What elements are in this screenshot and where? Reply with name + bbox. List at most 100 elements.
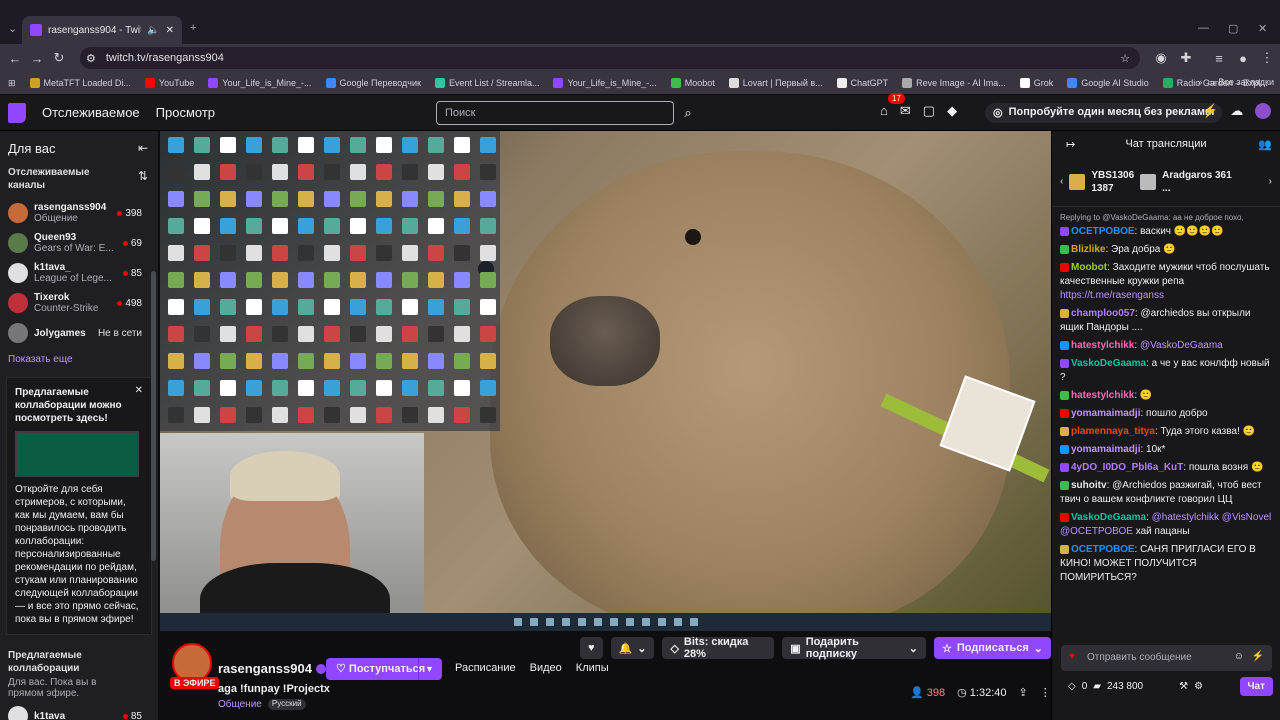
sidebar-channel[interactable]: rasenganss904 Общение 398	[0, 198, 158, 228]
chat-username[interactable]: Moobot	[1071, 262, 1107, 273]
chat-username[interactable]: plamennaya_titya	[1071, 426, 1155, 437]
twitch-logo-icon[interactable]	[8, 102, 26, 123]
ad-free-promo-button[interactable]: ◎ Попробуйте один месяц без рекламы	[985, 103, 1223, 123]
notifications-icon[interactable]: ▢	[923, 103, 935, 119]
chat-input[interactable]: ♥ Отправить сообщение ☺ ⚡	[1061, 645, 1272, 671]
sidebar-scrollbar[interactable]	[151, 271, 156, 561]
notifications-button[interactable]: 🔔 ⌄	[610, 637, 655, 659]
chat-username[interactable]: suhoitv	[1071, 480, 1107, 491]
chat-send-button[interactable]: Чат	[1239, 677, 1273, 696]
site-info-icon[interactable]: ⚙	[86, 52, 96, 65]
minimize-icon[interactable]: —	[1198, 22, 1209, 34]
bookmark-item[interactable]: Moobot	[670, 78, 715, 88]
chat-username[interactable]: 4yDO_I0DO_Pbl6a_KuT	[1071, 462, 1183, 473]
close-window-icon[interactable]: ✕	[1258, 22, 1267, 35]
chat-mention[interactable]: @VaskoDeGaama	[1140, 340, 1223, 351]
bookmark-item[interactable]: ChatGPT	[836, 78, 888, 88]
tab-schedule[interactable]: Расписание	[455, 662, 516, 674]
chat-username[interactable]: ОСЕТРОВОЕ	[1071, 226, 1135, 237]
search-icon[interactable]: ⌕	[676, 101, 700, 125]
tab-list-icon[interactable]: ⌄	[8, 22, 17, 35]
maximize-icon[interactable]: ▢	[1228, 22, 1238, 35]
tab-videos[interactable]: Видео	[530, 662, 562, 674]
sidebar-channel[interactable]: Jolygames Не в сети	[0, 318, 158, 348]
bits-icon[interactable]: ☁	[1230, 103, 1243, 119]
browser-tab[interactable]: rasenganss904 - Twitch 🔈 ✕	[22, 16, 182, 44]
subscribe-button[interactable]: ☆ Подписаться ⌄	[933, 637, 1051, 659]
heart-button[interactable]: ♥	[580, 637, 603, 659]
bookmark-item[interactable]: Reve Image - AI Ima...	[902, 78, 1006, 88]
close-icon[interactable]: ✕	[135, 384, 143, 397]
nav-following[interactable]: Отслеживаемое	[42, 105, 140, 120]
user-badge-icon[interactable]	[1060, 408, 1069, 418]
media-icon[interactable]: ≡	[1208, 51, 1230, 66]
sidebar-channel[interactable]: Tixerok Counter-Strike 498	[0, 288, 158, 318]
bookmark-item[interactable]: Grok	[1019, 78, 1053, 88]
emote-icon[interactable]: ☺	[1234, 651, 1244, 662]
collapse-chat-icon[interactable]: ↦	[1066, 138, 1075, 151]
forward-icon[interactable]: →	[26, 51, 48, 66]
share-icon[interactable]: ⇪	[1018, 686, 1027, 699]
bookmark-item[interactable]: Your_Life_is_Mine_-...	[553, 78, 657, 88]
bookmark-item[interactable]: YouTube	[144, 78, 194, 88]
sidebar-channel[interactable]: k1tava_ League of Lege... 85	[0, 258, 158, 288]
tab-clips[interactable]: Клипы	[576, 662, 609, 674]
turbo-icon[interactable]: ⚡	[1202, 103, 1218, 119]
chevron-right-icon[interactable]: ›	[1269, 176, 1272, 187]
bookmark-item[interactable]: Event List / Streamla...	[434, 78, 539, 88]
chat-username[interactable]: yomamaimadji	[1071, 408, 1140, 419]
language-tag[interactable]: Русский	[267, 699, 306, 710]
user-badge-icon[interactable]	[1060, 426, 1069, 436]
bookmark-item[interactable]: Lovart | Первый в...	[728, 78, 823, 88]
extensions-puzzle-icon[interactable]: ✚	[1175, 50, 1197, 66]
chat-username[interactable]: yomamaimadji	[1071, 444, 1140, 455]
follow-dropdown-icon[interactable]: ▼	[418, 658, 440, 680]
show-more-link[interactable]: Показать еще	[0, 348, 158, 371]
user-badge-icon[interactable]	[1060, 262, 1069, 272]
user-badge-icon[interactable]	[1060, 244, 1069, 254]
bookmark-item[interactable]: MetaTFT Loaded Di...	[29, 78, 131, 88]
user-avatar[interactable]	[1255, 103, 1272, 119]
user-badge-icon[interactable]	[1060, 340, 1069, 350]
search-input[interactable]: Поиск	[436, 101, 674, 125]
user-badge-icon[interactable]	[1060, 390, 1069, 400]
heart-icon[interactable]: ♥	[1069, 651, 1075, 662]
nav-browse[interactable]: Просмотр	[156, 105, 215, 120]
channel-points-icon[interactable]: ▰	[1093, 681, 1101, 692]
chat-username[interactable]: hatestylchikk	[1071, 390, 1134, 401]
prime-crown-icon[interactable]: ◆	[947, 103, 957, 119]
user-badge-icon[interactable]	[1060, 462, 1069, 472]
chevron-left-icon[interactable]: ‹	[1060, 176, 1063, 187]
all-bookmarks[interactable]: » ▭ Все закладки	[1197, 77, 1274, 88]
collapse-sidebar-icon[interactable]: ⇤	[138, 141, 148, 155]
chat-link[interactable]: https://t.me/rasenganss	[1060, 289, 1272, 303]
user-badge-icon[interactable]	[1060, 512, 1069, 522]
user-badge-icon[interactable]	[1060, 308, 1069, 318]
more-options-icon[interactable]: ⋮	[1040, 686, 1051, 699]
bits-discount-button[interactable]: ◇ Bits: скидка 28%	[662, 636, 775, 660]
chat-settings-icon[interactable]: ⚙	[1194, 681, 1203, 692]
mute-icon[interactable]: 🔈	[147, 25, 159, 36]
bookmark-star-icon[interactable]: ☆	[1120, 52, 1130, 65]
chat-username[interactable]: VaskoDeGaama	[1071, 512, 1146, 523]
streamer-name[interactable]: rasenganss904	[218, 661, 326, 676]
reload-icon[interactable]: ↻	[48, 50, 70, 66]
address-bar[interactable]: ⚙ twitch.tv/rasenganss904 ☆	[80, 47, 1140, 69]
close-tab-icon[interactable]: ✕	[166, 25, 174, 36]
bits-cheer-icon[interactable]: ⚡	[1252, 651, 1264, 662]
sort-icon[interactable]: ⇅	[138, 169, 148, 183]
inbox-icon[interactable]: ⌂	[880, 103, 888, 119]
back-icon[interactable]: ←	[4, 51, 26, 66]
community-icon[interactable]: 👥	[1258, 138, 1272, 151]
category-link[interactable]: Общение	[218, 699, 262, 710]
sidebar-channel[interactable]: Queen93 Gears of War: E... 69	[0, 228, 158, 258]
user-badge-icon[interactable]	[1060, 358, 1069, 368]
user-badge-icon[interactable]	[1060, 480, 1069, 490]
gift-sub-button[interactable]: ▣ Подарить подписку ⌄	[782, 636, 926, 660]
menu-icon[interactable]: ⋮	[1256, 50, 1278, 66]
user-badge-icon[interactable]	[1060, 226, 1069, 236]
new-tab-icon[interactable]: +	[190, 22, 196, 34]
user-badge-icon[interactable]	[1060, 444, 1069, 454]
chat-username[interactable]: hatestylchikk	[1071, 340, 1134, 351]
chat-username[interactable]: VaskoDeGaama	[1071, 358, 1146, 369]
